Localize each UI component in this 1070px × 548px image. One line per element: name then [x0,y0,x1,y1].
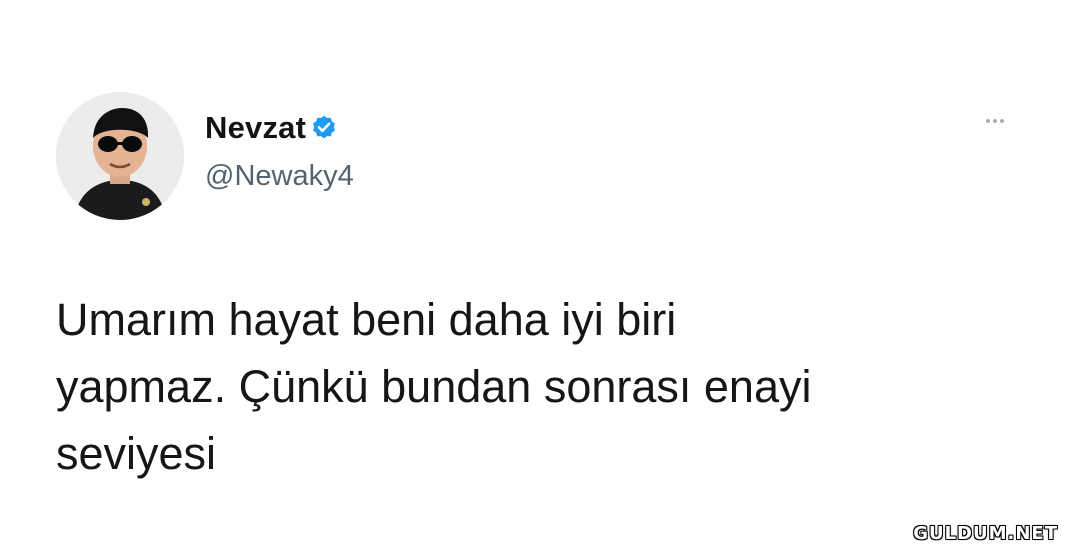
watermark: GULDUM.NET [913,523,1058,544]
more-options-icon[interactable] [972,106,1018,136]
tweet-text-line: Umarım hayat beni daha iyi biri [56,294,677,345]
more-dot [993,119,997,123]
author-name-row[interactable]: Nevzat [205,110,338,146]
more-dot [986,119,990,123]
author-handle[interactable]: @Newaky4 [205,160,354,193]
display-name[interactable]: Nevzat [205,110,306,146]
tweet-text-line: yapmaz. Çünkü bundan sonrası enayi [56,361,812,412]
avatar[interactable] [56,92,184,220]
tweet-card: Nevzat @Newaky4 Umarım hayat beni daha i… [0,0,1070,548]
more-dot [1000,119,1004,123]
avatar-image [56,92,184,220]
tweet-text: Umarım hayat beni daha iyi biri yapmaz. … [56,286,1046,487]
tweet-text-line: seviyesi [56,428,217,479]
verified-badge-icon [310,114,338,142]
